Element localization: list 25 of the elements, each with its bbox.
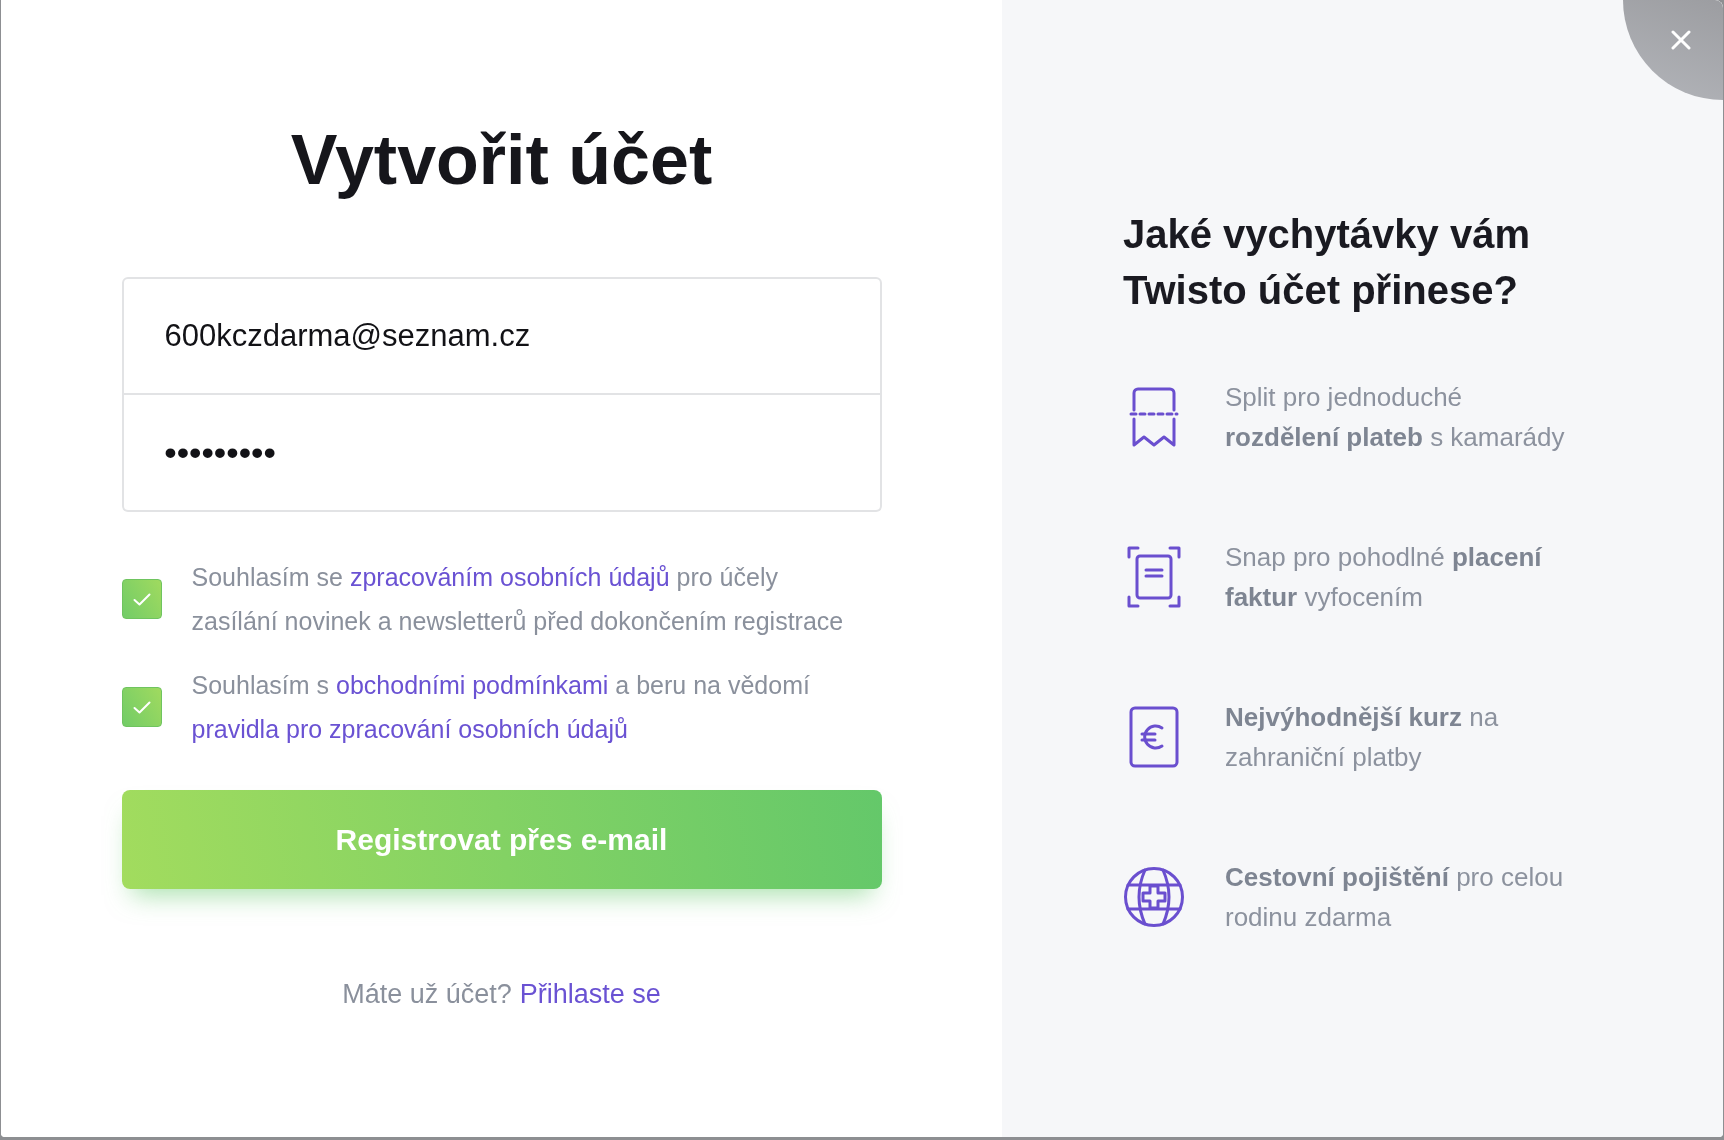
login-prompt-text: Máte už účet?	[342, 978, 512, 1011]
login-link[interactable]: Přihlaste se	[519, 976, 661, 1012]
checkbox[interactable]	[121, 579, 162, 619]
consent-text: Souhlasím se zpracováním osobních údajů pro účely zasílání novinek a newsletterů před dokončením registrace	[191, 562, 845, 637]
benefit-text: Split pro jednoduché rozdělení plateb s kamarády	[1225, 381, 1566, 454]
email-field[interactable]: 600kczdarma@seznam.cz	[121, 277, 882, 395]
checkmark-icon	[132, 592, 151, 606]
benefit-text: Nejvýhodnější kurz na zahraniční platby	[1225, 701, 1500, 774]
checkmark-icon	[132, 700, 151, 714]
password-value: •••••••••	[164, 432, 277, 473]
consent-link[interactable]: zpracováním osobních údajů	[349, 563, 670, 591]
consent-text: Souhlasím s obchodními podmínkami a beru na vědomí pravidla pro zpracování osobních údajů	[191, 670, 811, 745]
globe-cross-icon	[1123, 866, 1185, 928]
email-value: 600kczdarma@seznam.cz	[164, 316, 531, 355]
receipt-icon	[1129, 386, 1179, 448]
consent-link[interactable]: pravidla pro zpracování osobních údajů	[191, 715, 628, 743]
euro-card-icon	[1129, 706, 1179, 768]
benefit-text: Cestovní pojištění pro celou rodinu zdarma	[1225, 861, 1565, 934]
password-field[interactable]: •••••••••	[121, 395, 882, 512]
close-icon	[1671, 30, 1691, 50]
consent-link[interactable]: obchodními podmínkami	[336, 671, 609, 699]
scan-document-icon	[1127, 546, 1181, 608]
checkbox[interactable]	[121, 687, 162, 727]
benefits-heading: Jaké vychytávky vám Twisto účet přinese?	[1123, 211, 1531, 314]
benefit-text: Snap pro pohodlné placení faktur vyfocením	[1225, 541, 1543, 614]
